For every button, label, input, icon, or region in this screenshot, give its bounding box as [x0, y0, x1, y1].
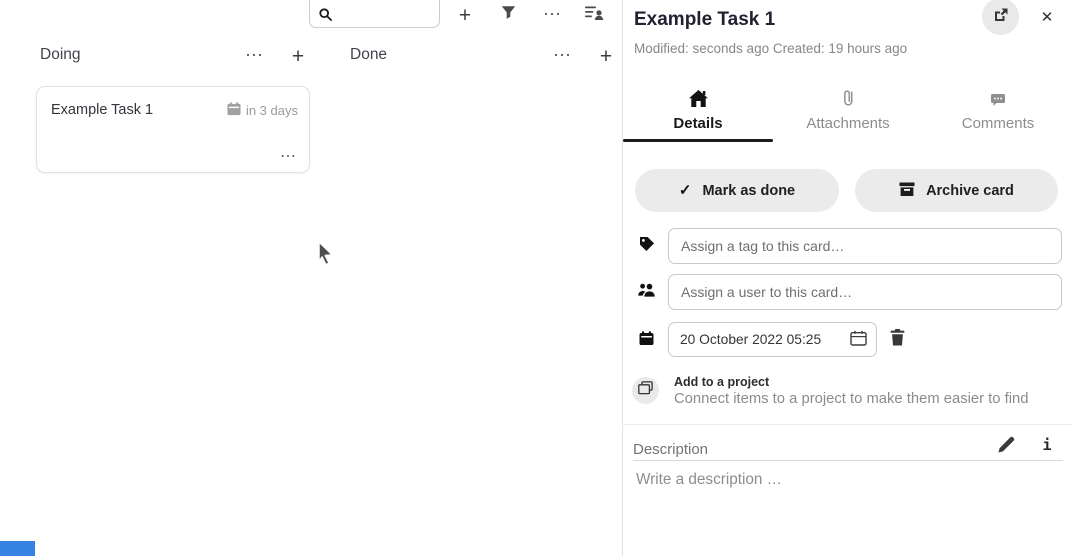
details-meta: Modified: seconds ago Created: 19 hours … — [634, 41, 907, 56]
menu-dots-icon: ⋯ — [245, 46, 263, 64]
card-due-label: in 3 days — [246, 103, 298, 118]
project-windows-icon — [638, 381, 653, 400]
due-date-field[interactable]: 20 October 2022 05:25 — [668, 322, 877, 357]
menu-dots-icon: ⋯ — [543, 5, 561, 23]
open-in-window-button[interactable] — [982, 0, 1019, 35]
description-underline — [633, 460, 1063, 461]
close-panel-button[interactable]: ✕ — [1036, 6, 1058, 28]
archive-card-button[interactable]: Archive card — [855, 169, 1058, 212]
menu-dots-icon: ⋯ — [280, 148, 296, 165]
column-done-add-button[interactable]: + — [594, 44, 618, 68]
details-tabs: Details Attachments Comments — [623, 84, 1073, 142]
trash-icon — [890, 334, 905, 349]
column-title-done: Done — [350, 46, 387, 64]
add-to-project-subtitle: Connect items to a project to make them … — [674, 391, 1028, 407]
section-divider — [623, 424, 1073, 425]
external-link-icon — [993, 7, 1009, 26]
pencil-icon — [998, 441, 1015, 456]
card-menu-button[interactable]: ⋯ — [280, 149, 296, 165]
filter-icon — [501, 5, 516, 23]
assignee-view-button[interactable] — [583, 5, 605, 23]
tab-attachments[interactable]: Attachments — [773, 84, 923, 142]
description-label: Description — [633, 441, 708, 458]
edit-description-button[interactable] — [998, 436, 1015, 456]
plus-icon: + — [600, 46, 612, 67]
tag-input[interactable] — [669, 229, 1061, 263]
due-date-value: 20 October 2022 05:25 — [669, 332, 850, 347]
card-title: Example Task 1 — [51, 102, 153, 118]
assignee-list-icon — [585, 5, 604, 23]
user-input-wrap — [668, 274, 1062, 310]
add-to-project-button[interactable] — [632, 377, 659, 404]
calendar-icon — [639, 331, 654, 351]
date-picker-button[interactable] — [850, 330, 867, 349]
plus-icon: + — [292, 46, 304, 67]
description-placeholder[interactable]: Write a description … — [636, 471, 782, 489]
task-card[interactable]: Example Task 1 in 3 days ⋯ — [36, 86, 310, 173]
tab-details[interactable]: Details — [623, 84, 773, 142]
details-title: Example Task 1 — [634, 9, 775, 31]
tab-attachments-label: Attachments — [806, 115, 889, 132]
archive-icon — [899, 181, 915, 201]
search-icon — [319, 8, 332, 26]
card-due-date: in 3 days — [227, 102, 298, 119]
remove-due-date-button[interactable] — [890, 329, 905, 349]
calendar-icon — [227, 102, 241, 119]
users-icon — [638, 283, 656, 302]
user-input[interactable] — [669, 275, 1061, 309]
board-menu-button[interactable]: ⋯ — [541, 3, 563, 25]
close-icon: ✕ — [1041, 9, 1054, 26]
mark-as-done-button[interactable]: ✓ Mark as done — [635, 169, 839, 212]
paperclip-icon — [843, 88, 854, 107]
search-input[interactable] — [337, 5, 433, 25]
calendar-outline-icon — [850, 330, 867, 349]
tab-comments-label: Comments — [962, 115, 1035, 132]
column-title-doing: Doing — [40, 46, 81, 64]
chat-bubble-icon — [990, 88, 1006, 107]
tag-input-wrap — [668, 228, 1062, 264]
tab-details-label: Details — [673, 115, 722, 132]
menu-dots-icon: ⋯ — [553, 46, 571, 64]
info-icon: i — [1042, 436, 1051, 454]
column-doing-menu-button[interactable]: ⋯ — [243, 45, 265, 65]
column-done-menu-button[interactable]: ⋯ — [551, 45, 573, 65]
selection-artifact — [0, 541, 35, 556]
check-icon: ✓ — [679, 183, 692, 198]
home-icon — [689, 88, 708, 107]
search-entry[interactable] — [309, 0, 440, 28]
description-info-button[interactable]: i — [1040, 435, 1054, 455]
column-doing-add-button[interactable]: + — [286, 44, 310, 68]
tab-comments[interactable]: Comments — [923, 84, 1073, 142]
mark-as-done-label: Mark as done — [702, 183, 795, 199]
plus-icon: + — [459, 5, 471, 26]
archive-card-label: Archive card — [926, 183, 1014, 199]
add-card-button[interactable]: + — [452, 2, 478, 28]
add-to-project-title: Add to a project — [674, 375, 769, 389]
tag-icon — [639, 236, 655, 257]
mouse-cursor — [315, 240, 336, 273]
filter-button[interactable] — [498, 4, 518, 24]
